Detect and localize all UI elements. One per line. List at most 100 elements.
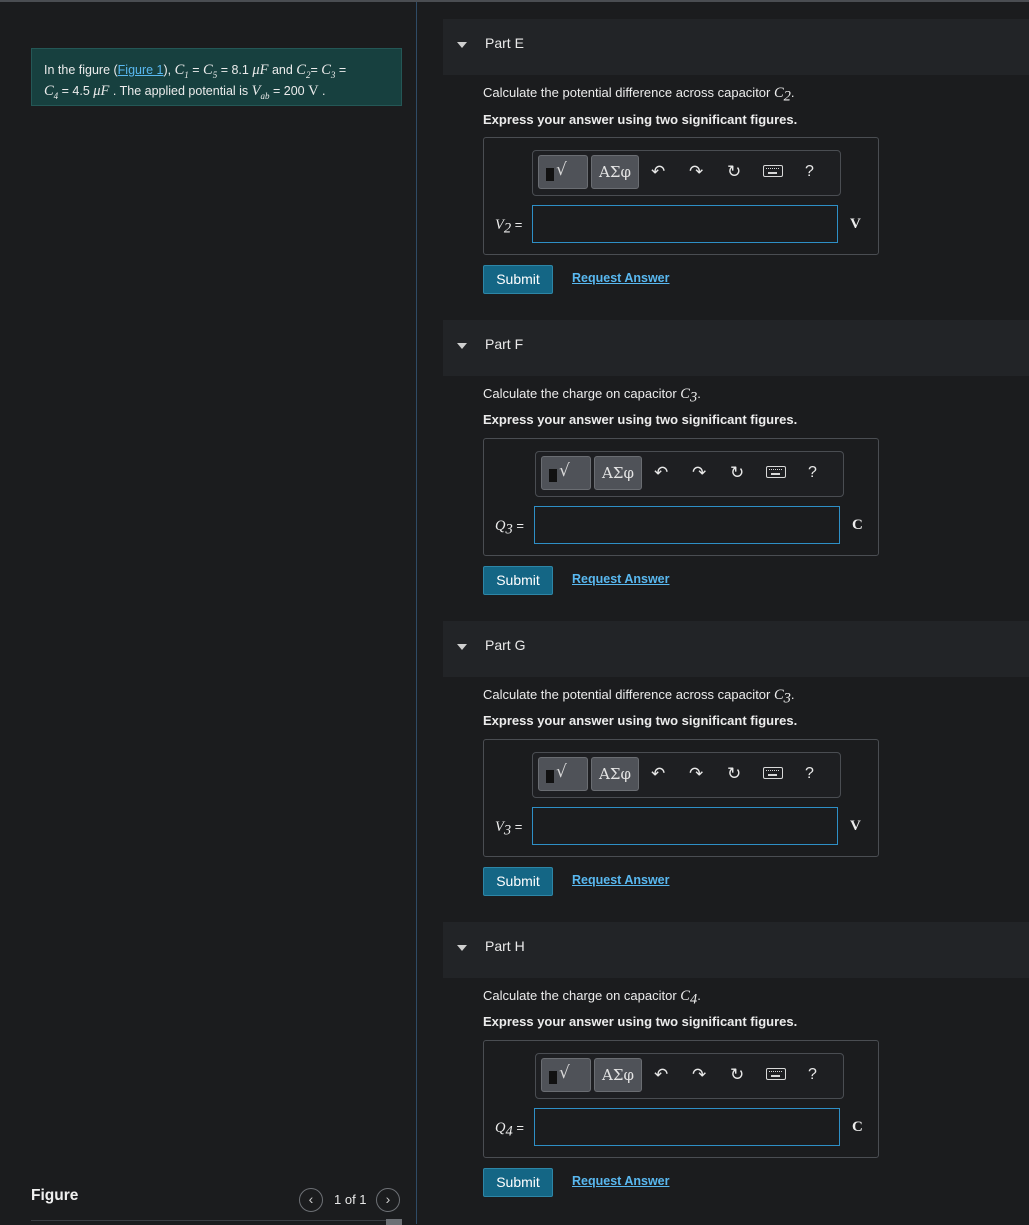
reset-icon[interactable]: ↻ xyxy=(727,764,741,784)
greek-symbols-button[interactable]: ΑΣφ xyxy=(591,155,639,189)
part-instruction: Express your answer using two significan… xyxy=(483,412,798,427)
request-answer-link[interactable]: Request Answer xyxy=(572,1174,669,1188)
keyboard-icon[interactable] xyxy=(763,165,783,177)
keyboard-icon[interactable] xyxy=(763,767,783,779)
c5-symbol: C5 xyxy=(203,62,218,80)
part-instruction: Express your answer using two significan… xyxy=(483,112,798,127)
answer-input[interactable] xyxy=(532,807,838,845)
answer-box: √ ΑΣφ ↶ ↷ ↻ ? Q4 = C xyxy=(483,1040,879,1158)
part-prompt: Calculate the potential difference acros… xyxy=(483,85,795,105)
greek-symbols-button[interactable]: ΑΣφ xyxy=(594,456,642,490)
math-toolbar: √ ΑΣφ ↶ ↷ ↻ ? xyxy=(532,150,841,196)
redo-icon[interactable]: ↷ xyxy=(689,764,703,784)
answer-box: √ ΑΣφ ↶ ↷ ↻ ? V2 = V xyxy=(483,137,879,255)
answer-unit: V xyxy=(850,818,861,834)
greek-symbols-button[interactable]: ΑΣφ xyxy=(591,757,639,791)
caret-down-icon[interactable] xyxy=(457,945,467,951)
problem-text: = xyxy=(310,63,322,77)
part-title: Part G xyxy=(485,637,526,653)
c3-symbol: C3 xyxy=(321,62,336,80)
answer-variable: Q3 = xyxy=(495,518,524,538)
problem-text: = xyxy=(188,63,204,77)
answer-input[interactable] xyxy=(532,205,838,243)
keyboard-icon[interactable] xyxy=(766,1068,786,1080)
answer-box: √ ΑΣφ ↶ ↷ ↻ ? V3 = V xyxy=(483,739,879,857)
scrollbar-thumb[interactable] xyxy=(386,1219,402,1225)
math-toolbar: √ ΑΣφ ↶ ↷ ↻ ? xyxy=(535,1053,844,1099)
vab-symbol: Vab xyxy=(251,82,270,101)
greek-symbols-button[interactable]: ΑΣφ xyxy=(594,1058,642,1092)
answer-unit: C xyxy=(852,517,863,533)
undo-icon[interactable]: ↶ xyxy=(654,463,668,483)
math-toolbar: √ ΑΣφ ↶ ↷ ↻ ? xyxy=(535,451,844,497)
problem-text: In the figure ( xyxy=(44,63,118,77)
problem-text: = xyxy=(335,63,347,77)
answer-variable: Q4 = xyxy=(495,1120,524,1140)
redo-icon[interactable]: ↷ xyxy=(692,463,706,483)
redo-icon[interactable]: ↷ xyxy=(692,1065,706,1085)
part-e-header[interactable]: Part E xyxy=(443,19,1029,75)
figure-link[interactable]: Figure 1 xyxy=(118,63,164,77)
undo-icon[interactable]: ↶ xyxy=(654,1065,668,1085)
submit-button[interactable]: Submit xyxy=(483,566,553,595)
answer-variable: V2 = xyxy=(495,217,523,237)
problem-text: = 200 xyxy=(269,83,309,98)
figure-bar: Figure ‹ 1 of 1 › xyxy=(31,1184,402,1225)
c1-symbol: C1 xyxy=(174,62,189,80)
part-title: Part H xyxy=(485,938,525,954)
help-button[interactable]: ? xyxy=(808,1065,817,1085)
reset-icon[interactable]: ↻ xyxy=(727,162,741,182)
math-toolbar: √ ΑΣφ ↶ ↷ ↻ ? xyxy=(532,752,841,798)
part-f-header[interactable]: Part F xyxy=(443,320,1029,376)
unit-microfarad: μF xyxy=(93,82,110,99)
answer-box: √ ΑΣφ ↶ ↷ ↻ ? Q3 = C xyxy=(483,438,879,556)
redo-icon[interactable]: ↷ xyxy=(689,162,703,182)
unit-volt: V xyxy=(308,82,319,99)
fraction-radical-icon[interactable]: √ xyxy=(541,1058,591,1092)
chevron-left-icon[interactable]: ‹ xyxy=(299,1188,323,1212)
request-answer-link[interactable]: Request Answer xyxy=(572,572,669,586)
unit-microfarad: μF xyxy=(252,62,269,78)
undo-icon[interactable]: ↶ xyxy=(651,162,665,182)
fraction-radical-icon[interactable]: √ xyxy=(538,757,588,791)
request-answer-link[interactable]: Request Answer xyxy=(572,271,669,285)
undo-icon[interactable]: ↶ xyxy=(651,764,665,784)
part-prompt: Calculate the potential difference acros… xyxy=(483,687,795,707)
submit-button[interactable]: Submit xyxy=(483,265,553,294)
fraction-radical-icon[interactable]: √ xyxy=(538,155,588,189)
problem-statement: In the figure (Figure 1), C1 = C5 = 8.1 … xyxy=(31,48,402,106)
part-prompt: Calculate the charge on capacitor C4. xyxy=(483,988,701,1008)
part-h-header[interactable]: Part H xyxy=(443,922,1029,978)
part-prompt: Calculate the charge on capacitor C3. xyxy=(483,386,701,406)
problem-text: . The applied potential is xyxy=(109,83,252,98)
answer-input[interactable] xyxy=(534,506,840,544)
problem-text: = 8.1 xyxy=(217,63,253,77)
part-title: Part F xyxy=(485,336,524,352)
problem-text: = 4.5 xyxy=(58,83,94,98)
fraction-radical-icon[interactable]: √ xyxy=(541,456,591,490)
figure-pager: 1 of 1 xyxy=(334,1192,367,1207)
help-button[interactable]: ? xyxy=(805,764,814,784)
chevron-right-icon[interactable]: › xyxy=(376,1188,400,1212)
answer-unit: C xyxy=(852,1119,863,1135)
part-g-header[interactable]: Part G xyxy=(443,621,1029,677)
request-answer-link[interactable]: Request Answer xyxy=(572,873,669,887)
caret-down-icon[interactable] xyxy=(457,42,467,48)
help-button[interactable]: ? xyxy=(805,162,814,182)
reset-icon[interactable]: ↻ xyxy=(730,1065,744,1085)
keyboard-icon[interactable] xyxy=(766,466,786,478)
submit-button[interactable]: Submit xyxy=(483,867,553,896)
c2-symbol: C2 xyxy=(296,62,311,80)
help-button[interactable]: ? xyxy=(808,463,817,483)
answer-input[interactable] xyxy=(534,1108,840,1146)
submit-button[interactable]: Submit xyxy=(483,1168,553,1197)
problem-panel: In the figure (Figure 1), C1 = C5 = 8.1 … xyxy=(0,2,417,1225)
part-instruction: Express your answer using two significan… xyxy=(483,713,798,728)
caret-down-icon[interactable] xyxy=(457,644,467,650)
problem-text: and xyxy=(268,63,297,77)
reset-icon[interactable]: ↻ xyxy=(730,463,744,483)
problem-text: . xyxy=(318,83,326,98)
caret-down-icon[interactable] xyxy=(457,343,467,349)
c4-symbol: C4 xyxy=(44,82,59,101)
part-title: Part E xyxy=(485,35,524,51)
